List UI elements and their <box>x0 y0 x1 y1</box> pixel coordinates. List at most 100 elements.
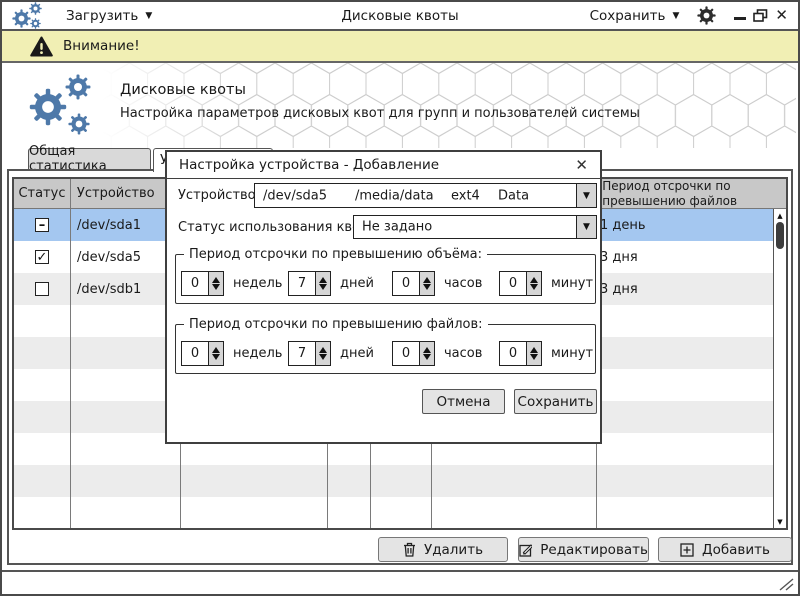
add-button[interactable]: Добавить <box>658 537 792 562</box>
table-row-empty <box>14 497 786 529</box>
save-menu-button[interactable]: Сохранить ▼ <box>590 8 680 24</box>
status-bar <box>2 570 798 594</box>
files-minutes-spin-buttons[interactable] <box>527 341 542 366</box>
spin-down-icon[interactable] <box>423 354 431 360</box>
chevron-down-icon: ▼ <box>673 11 680 21</box>
weeks-unit-label: недель <box>233 346 282 361</box>
device-fs: ext4 <box>451 188 480 203</box>
titlebar: Загрузить ▼ Дисковые квоты Сохранить ▼ ✕ <box>2 2 798 31</box>
delete-button[interactable]: Удалить <box>378 537 508 562</box>
checkbox-indeterminate[interactable]: – <box>35 218 49 232</box>
volume-days-spin-buttons[interactable] <box>316 271 331 296</box>
device-mount: /media/data <box>355 188 434 203</box>
checkbox-unchecked[interactable] <box>35 282 49 296</box>
device-volume: Data <box>498 188 529 203</box>
cancel-button[interactable]: Отмена <box>422 389 505 414</box>
close-button-icon[interactable]: ✕ <box>775 8 788 23</box>
trash-icon <box>403 542 416 557</box>
minutes-unit-label: минут <box>551 346 593 361</box>
disk-quotas-gears-logo <box>29 74 95 138</box>
spin-down-icon[interactable] <box>319 284 327 290</box>
volume-hours-spin-buttons[interactable] <box>420 271 435 296</box>
device-path: /dev/sda5 <box>263 188 327 203</box>
spin-up-icon[interactable] <box>212 347 220 353</box>
spin-down-icon[interactable] <box>530 354 538 360</box>
tab-general-statistics[interactable]: Общая статистика <box>28 148 151 169</box>
warning-triangle-icon <box>30 36 53 57</box>
spin-up-icon[interactable] <box>212 277 220 283</box>
volume-minutes-spinbox[interactable]: 0 <box>499 271 527 296</box>
header-grace-files[interactable]: Период отсрочки по превышению файлов <box>596 179 773 208</box>
quota-status-combobox[interactable]: Не задано ▼ <box>353 215 597 239</box>
scroll-up-icon[interactable]: ▲ <box>774 212 786 220</box>
vertical-scrollbar[interactable]: ▲ ▼ <box>773 209 786 528</box>
files-minutes-spinbox[interactable]: 0 <box>499 341 527 366</box>
spin-down-icon[interactable] <box>530 284 538 290</box>
scroll-down-icon[interactable]: ▼ <box>774 518 786 526</box>
device-combobox[interactable]: /dev/sda5 /media/data ext4 Data ▼ <box>254 183 597 208</box>
volume-weeks-spinbox[interactable]: 0 <box>181 271 209 296</box>
warning-bar: Внимание! <box>2 31 798 63</box>
spin-up-icon[interactable] <box>319 347 327 353</box>
device-label: Устройство: <box>178 188 260 203</box>
weeks-unit-label: недель <box>233 276 282 291</box>
files-hours-spin-buttons[interactable] <box>420 341 435 366</box>
grace-volume-group-label: Период отсрочки по превышению объёма: <box>184 247 487 262</box>
files-days-spinbox[interactable]: 7 <box>288 341 316 366</box>
spin-down-icon[interactable] <box>423 284 431 290</box>
grace-files-group-label: Период отсрочки по превышению файлов: <box>184 317 488 332</box>
grace-files-cell: 3 дня <box>597 273 774 305</box>
settings-gear-icon[interactable] <box>697 6 716 25</box>
device-settings-dialog: Настройка устройства - Добавление ✕ Устр… <box>165 150 602 444</box>
spin-up-icon[interactable] <box>319 277 327 283</box>
grace-volume-group: Период отсрочки по превышению объёма: 0 … <box>175 247 596 304</box>
scrollbar-thumb[interactable] <box>776 222 784 249</box>
volume-weeks-spin-buttons[interactable] <box>209 271 224 296</box>
dialog-titlebar: Настройка устройства - Добавление ✕ <box>167 152 600 179</box>
minimize-button-icon[interactable] <box>734 17 746 20</box>
edit-pencil-icon <box>519 542 532 557</box>
hours-unit-label: часов <box>444 346 482 361</box>
save-button[interactable]: Сохранить <box>514 389 597 414</box>
table-row-empty <box>14 465 786 497</box>
app-window: Загрузить ▼ Дисковые квоты Сохранить ▼ ✕ <box>0 0 800 596</box>
files-days-spin-buttons[interactable] <box>316 341 331 366</box>
dropdown-arrow-icon[interactable]: ▼ <box>576 184 596 207</box>
header-status[interactable]: Статус <box>14 179 71 208</box>
spin-down-icon[interactable] <box>212 354 220 360</box>
hours-unit-label: часов <box>444 276 482 291</box>
restore-button-icon[interactable] <box>753 9 768 22</box>
minutes-unit-label: минут <box>551 276 593 291</box>
spin-down-icon[interactable] <box>319 354 327 360</box>
edit-button[interactable]: Редактировать <box>518 537 649 562</box>
quota-status-value: Не задано <box>362 220 432 235</box>
page-title: Дисковые квоты <box>120 82 246 98</box>
spin-up-icon[interactable] <box>530 347 538 353</box>
files-weeks-spin-buttons[interactable] <box>209 341 224 366</box>
dialog-title: Настройка устройства - Добавление <box>179 157 439 173</box>
page-header: Дисковые квоты Настройка параметров диск… <box>2 63 798 148</box>
spin-up-icon[interactable] <box>423 277 431 283</box>
spin-up-icon[interactable] <box>530 277 538 283</box>
files-hours-spinbox[interactable]: 0 <box>392 341 420 366</box>
save-menu-label: Сохранить <box>590 8 666 24</box>
spin-down-icon[interactable] <box>212 284 220 290</box>
plus-square-icon <box>680 543 694 557</box>
days-unit-label: дней <box>340 346 374 361</box>
files-weeks-spinbox[interactable]: 0 <box>181 341 209 366</box>
grace-files-cell: 3 дня <box>597 241 774 273</box>
page-subtitle: Настройка параметров дисковых квот для г… <box>120 106 640 121</box>
quota-status-label: Статус использования квот: <box>178 220 372 235</box>
warning-text: Внимание! <box>63 38 140 54</box>
volume-hours-spinbox[interactable]: 0 <box>392 271 420 296</box>
dialog-close-icon[interactable]: ✕ <box>575 156 588 174</box>
grace-files-group: Период отсрочки по превышению файлов: 0 … <box>175 317 596 374</box>
volume-days-spinbox[interactable]: 7 <box>288 271 316 296</box>
spin-up-icon[interactable] <box>423 347 431 353</box>
resize-grip-icon[interactable] <box>779 578 794 591</box>
checkbox-checked[interactable]: ✓ <box>35 250 49 264</box>
dropdown-arrow-icon[interactable]: ▼ <box>576 216 596 238</box>
grace-files-cell: 1 день <box>597 209 774 241</box>
volume-minutes-spin-buttons[interactable] <box>527 271 542 296</box>
days-unit-label: дней <box>340 276 374 291</box>
